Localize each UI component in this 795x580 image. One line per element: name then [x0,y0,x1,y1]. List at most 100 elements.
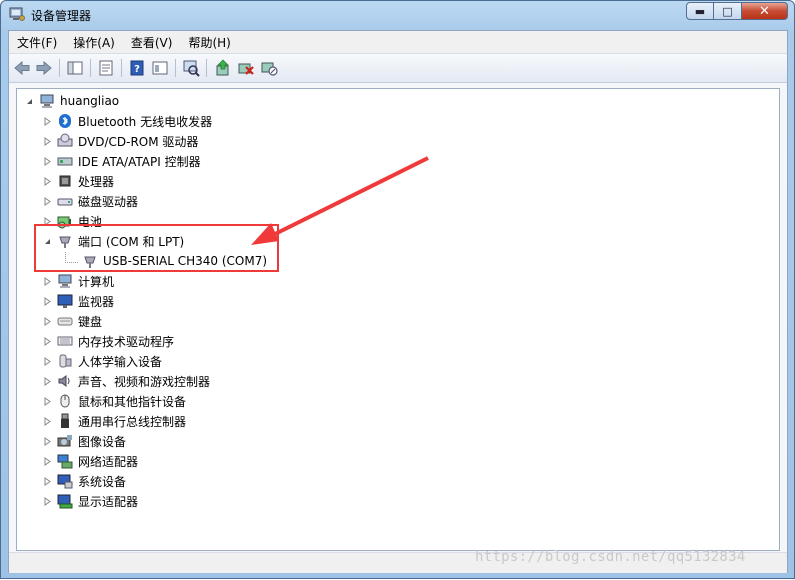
expand-icon[interactable] [43,196,52,206]
tree-item[interactable]: 网络适配器 [43,452,138,470]
disk-drive-icon [57,198,73,206]
tree-item[interactable]: 监视器 [43,292,114,310]
tree-item-label: 监视器 [78,294,115,309]
computer-icon [40,94,54,108]
tree-item-label: 人体学输入设备 [78,354,163,369]
expand-icon[interactable] [43,336,52,346]
expand-icon[interactable] [43,376,52,386]
camera-icon [57,435,72,447]
tree-item-label: Bluetooth 无线电收发器 [78,114,213,129]
expand-icon[interactable] [43,316,52,326]
device-tree[interactable]: huangliao Bluetooth 无线电收发器 DVD/CD-ROM 驱动器… [16,88,780,551]
system-device-icon [57,474,73,489]
tree-item[interactable]: 内存技术驱动程序 [43,332,174,350]
expand-icon[interactable] [43,156,52,166]
tree-item[interactable]: 系统设备 [43,472,126,490]
menu-view[interactable]: 查看(V) [123,31,181,53]
tree-item-label: 计算机 [78,274,115,289]
title-bar[interactable]: 设备管理器 ▬ □ ✕ [1,1,794,29]
keyboard-icon [57,317,73,326]
expand-icon[interactable] [43,436,52,446]
display-adapter-icon [57,494,73,509]
minimize-button[interactable]: ▬ [686,2,714,20]
close-button[interactable]: ✕ [742,2,788,20]
tree-item-label: IDE ATA/ATAPI 控制器 [78,154,201,169]
disable-icon[interactable] [260,59,278,77]
menu-help[interactable]: 帮助(H) [180,31,238,53]
tree-item[interactable]: DVD/CD-ROM 驱动器 [43,132,198,150]
memory-icon [57,336,73,346]
device-manager-app-icon [9,7,25,21]
tree-root-label: huangliao [60,94,120,108]
view-icon[interactable] [151,59,169,77]
tree-item-label: 系统设备 [78,474,127,489]
computer-icon [58,274,72,288]
hid-icon [59,354,72,368]
watermark: https://blog.csdn.net/qq5132834 [475,549,746,565]
dvd-drive-icon [57,133,73,147]
svg-text:?: ? [134,64,140,75]
tree-item[interactable]: 声音、视频和游戏控制器 [43,372,210,390]
highlight-box [34,224,279,272]
menu-action[interactable]: 操作(A) [65,31,123,53]
tree-item[interactable]: 处理器 [43,172,114,190]
sound-icon [58,375,70,387]
tree-item[interactable]: 计算机 [43,272,114,290]
monitor-icon [57,294,73,308]
collapse-icon[interactable] [25,97,34,106]
toolbar: ? [9,54,787,83]
uninstall-icon[interactable] [237,59,255,77]
tree-item[interactable]: 键盘 [43,312,102,330]
tree-item[interactable]: 磁盘驱动器 [43,192,138,210]
tree-item[interactable]: 通用串行总线控制器 [43,412,186,430]
forward-icon[interactable] [35,59,53,77]
expand-icon[interactable] [43,476,52,486]
expand-icon[interactable] [43,116,52,126]
tree-item[interactable]: 显示适配器 [43,492,138,510]
tree-item-label: 通用串行总线控制器 [78,414,187,429]
expand-icon[interactable] [43,296,52,306]
expand-icon[interactable] [43,276,52,286]
show-hide-tree-icon[interactable] [66,59,84,77]
expand-icon[interactable] [43,396,52,406]
menu-bar: 文件(F) 操作(A) 查看(V) 帮助(H) [9,31,787,54]
tree-item-label: 鼠标和其他指针设备 [78,394,187,409]
tree-item-label: 内存技术驱动程序 [78,334,175,349]
ide-controller-icon [57,157,73,166]
window-title: 设备管理器 [31,9,92,23]
help-icon[interactable]: ? [128,59,146,77]
expand-icon[interactable] [43,136,52,146]
expand-icon[interactable] [43,416,52,426]
minimize-icon: ▬ [694,4,706,18]
tree-item-label: 处理器 [78,174,115,189]
close-icon: ✕ [759,3,770,19]
expand-icon[interactable] [43,496,52,506]
tree-item-label: 显示适配器 [78,494,139,509]
tree-item-label: 图像设备 [78,434,127,449]
bluetooth-icon [59,114,71,128]
tree-item[interactable]: Bluetooth 无线电收发器 [43,112,212,130]
tree-item[interactable]: 鼠标和其他指针设备 [43,392,186,410]
tree-item[interactable]: 人体学输入设备 [43,352,162,370]
properties-icon[interactable] [97,59,115,77]
tree-item-label: DVD/CD-ROM 驱动器 [78,134,199,149]
expand-icon[interactable] [43,456,52,466]
back-icon[interactable] [13,59,31,77]
tree-item-label: 键盘 [78,314,103,329]
mouse-icon [60,394,70,408]
network-icon [57,454,73,469]
scan-hardware-icon[interactable] [182,59,200,77]
tree-root[interactable]: huangliao [25,92,119,110]
tree-item[interactable]: 图像设备 [43,432,126,450]
update-driver-icon[interactable] [214,59,232,77]
maximize-button[interactable]: □ [714,2,742,20]
menu-file[interactable]: 文件(F) [9,31,65,53]
maximize-icon: □ [722,4,733,18]
tree-item[interactable]: IDE ATA/ATAPI 控制器 [43,152,201,170]
expand-icon[interactable] [43,176,52,186]
expand-icon[interactable] [43,356,52,366]
tree-item-label: 声音、视频和游戏控制器 [78,374,211,389]
processor-icon [59,175,71,187]
usb-icon [61,413,69,428]
tree-item-label: 网络适配器 [78,454,139,469]
